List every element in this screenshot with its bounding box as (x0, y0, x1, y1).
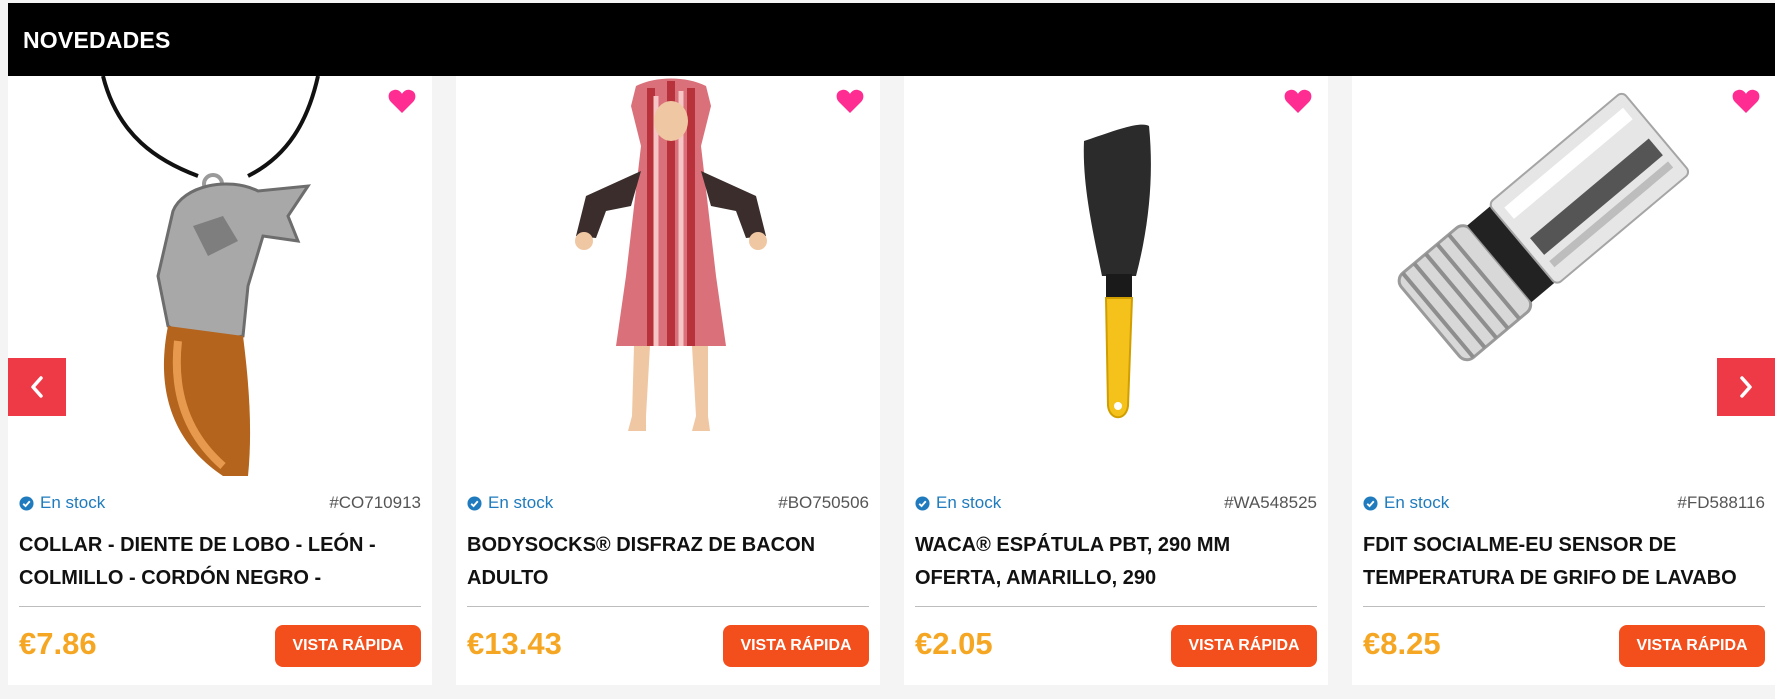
stock-status: En stock (19, 492, 105, 514)
product-card[interactable]: En stock #WA548525 WACA® ESPÁTULA PBT, 2… (904, 76, 1328, 685)
faucet-sensor-image[interactable] (1352, 76, 1775, 476)
carousel-next-button[interactable] (1717, 358, 1775, 416)
chevron-left-icon (31, 376, 43, 398)
product-cards: En stock #CO710913 COLLAR - DIENTE DE LO… (8, 76, 1775, 685)
stock-label: En stock (1384, 493, 1450, 512)
divider (915, 606, 1317, 607)
section-title: NOVEDADES (23, 27, 171, 53)
divider (1363, 606, 1765, 607)
divider (19, 606, 421, 607)
check-circle-icon (915, 495, 930, 511)
product-carousel-section: NOVEDADES En stock #CO710913 COLLAR - DI… (0, 0, 1775, 699)
product-title[interactable]: FDIT SOCIALME-EU SENSOR DE TEMPERATURA D… (1363, 529, 1765, 595)
product-title[interactable]: WACA® ESPÁTULA PBT, 290 MM OFERTA, AMARI… (915, 529, 1317, 595)
stock-status: En stock (467, 492, 553, 514)
product-sku: #WA548525 (1224, 493, 1317, 512)
product-title[interactable]: COLLAR - DIENTE DE LOBO - LEÓN - COLMILL… (19, 529, 421, 595)
product-card[interactable]: En stock #FD588116 FDIT SOCIALME-EU SENS… (1352, 76, 1775, 685)
heart-icon[interactable] (1284, 88, 1312, 114)
product-card[interactable]: En stock #BO750506 BODYSOCKS® DISFRAZ DE… (456, 76, 880, 685)
stock-label: En stock (936, 493, 1002, 512)
section-header: NOVEDADES (8, 3, 1775, 76)
product-title[interactable]: BODYSOCKS® DISFRAZ DE BACON ADULTO (467, 529, 869, 595)
heart-icon[interactable] (388, 88, 416, 114)
product-sku: #FD588116 (1677, 493, 1765, 512)
check-circle-icon (1363, 495, 1378, 511)
quick-view-button[interactable]: VISTA RÁPIDA (1171, 625, 1317, 667)
product-sku: #CO710913 (329, 493, 421, 512)
quick-view-button[interactable]: VISTA RÁPIDA (275, 625, 421, 667)
wolf-fang-necklace-image[interactable] (8, 76, 432, 476)
carousel-prev-button[interactable] (8, 358, 66, 416)
chevron-right-icon (1740, 376, 1752, 398)
check-circle-icon (467, 495, 482, 511)
spatula-image[interactable] (904, 76, 1328, 476)
divider (467, 606, 869, 607)
heart-icon[interactable] (836, 88, 864, 114)
stock-label: En stock (40, 493, 106, 512)
stock-status: En stock (1363, 492, 1449, 514)
heart-icon[interactable] (1732, 88, 1760, 114)
stock-label: En stock (488, 493, 554, 512)
product-price: €7.86 (19, 626, 97, 661)
bacon-costume-image[interactable] (456, 76, 880, 476)
stock-status: En stock (915, 492, 1001, 514)
quick-view-button[interactable]: VISTA RÁPIDA (723, 625, 869, 667)
product-sku: #BO750506 (778, 493, 869, 512)
product-card[interactable]: En stock #CO710913 COLLAR - DIENTE DE LO… (8, 76, 432, 685)
quick-view-button[interactable]: VISTA RÁPIDA (1619, 625, 1765, 667)
product-price: €8.25 (1363, 626, 1441, 661)
product-price: €13.43 (467, 626, 562, 661)
check-circle-icon (19, 495, 34, 511)
product-price: €2.05 (915, 626, 993, 661)
